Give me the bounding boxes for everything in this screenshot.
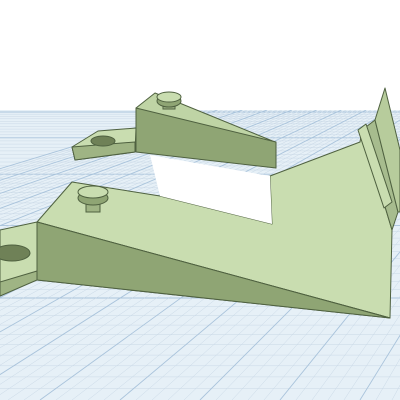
bolt-front-top bbox=[77, 185, 109, 199]
bolt-back-top bbox=[156, 91, 182, 103]
back-flange-hole bbox=[90, 135, 116, 147]
3d-viewport[interactable] bbox=[0, 0, 400, 400]
front-flange-hole bbox=[0, 244, 31, 262]
scene-canvas[interactable] bbox=[0, 0, 400, 400]
